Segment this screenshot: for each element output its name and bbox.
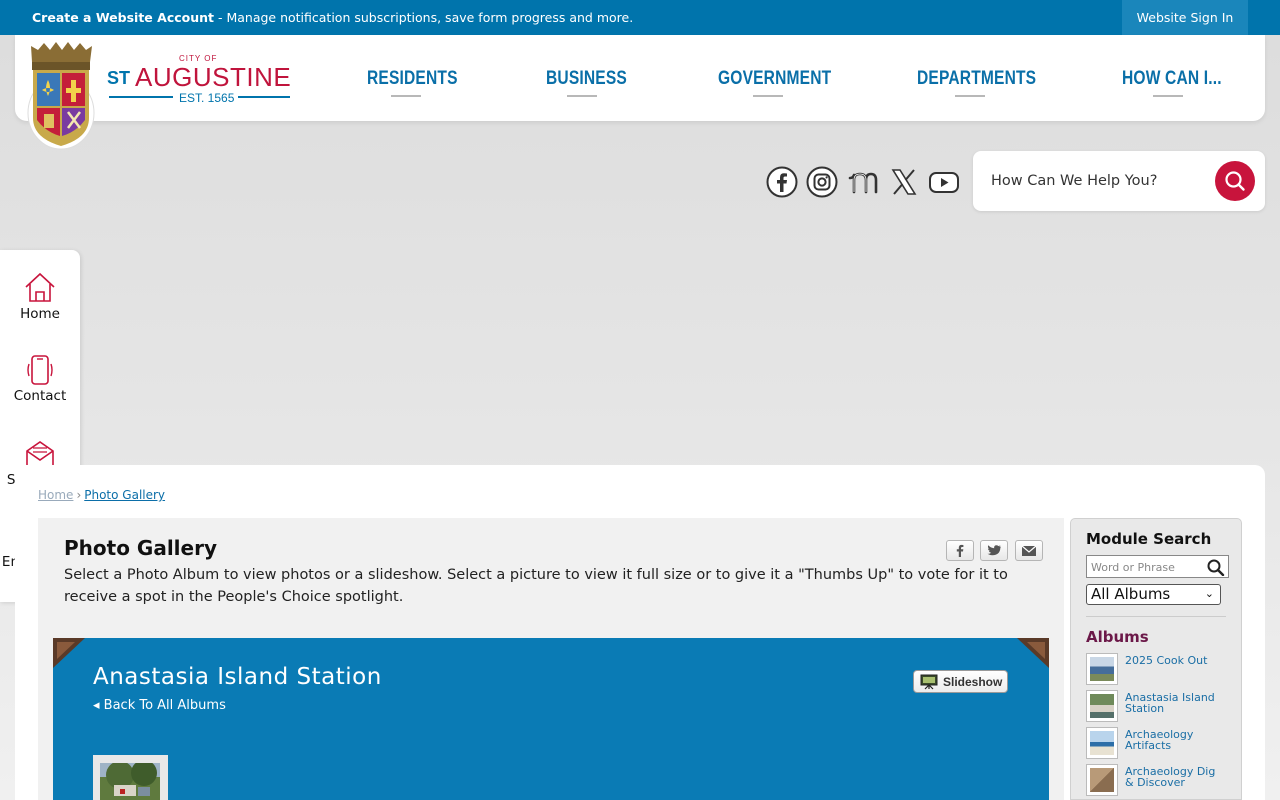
share-twitter-button[interactable] xyxy=(980,540,1008,561)
nav-how-can-i-label: HOW CAN I... xyxy=(1122,68,1222,89)
album-thumbnail[interactable] xyxy=(1086,727,1118,759)
back-to-all-albums-link[interactable]: ◂ Back To All Albums xyxy=(93,698,226,713)
album-link[interactable]: Archaeology Dig & Discover xyxy=(1125,766,1225,788)
album-link[interactable]: 2025 Cook Out xyxy=(1125,655,1225,666)
create-account-link[interactable]: Create a Website Account xyxy=(32,10,214,25)
module-search-heading: Module Search xyxy=(1086,530,1212,548)
nav-how-can-i[interactable]: HOW CAN I... xyxy=(1122,68,1244,97)
facebook-share-icon xyxy=(956,544,964,557)
search-button[interactable] xyxy=(1215,161,1255,201)
quick-link-home-label: Home xyxy=(20,306,60,322)
nav-business-label: BUSINESS xyxy=(546,68,627,89)
city-seal-logo[interactable] xyxy=(26,40,96,150)
nav-residents-label: RESIDENTS xyxy=(367,68,458,89)
city-logo[interactable]: CITY OF ST AUGUSTINE EST. 1565 xyxy=(107,54,297,110)
sidebar-divider xyxy=(1086,616,1226,617)
album-thumbnail[interactable] xyxy=(1086,764,1118,796)
nav-government-label: GOVERNMENT xyxy=(718,68,832,89)
logo-rule-left xyxy=(109,96,173,98)
album-panel xyxy=(53,638,1049,800)
site-search xyxy=(973,151,1265,211)
phone-icon xyxy=(27,355,53,385)
home-icon xyxy=(25,272,55,302)
album-thumbnail[interactable] xyxy=(1086,690,1118,722)
module-search-input[interactable] xyxy=(1091,559,1203,575)
nav-departments-label: DEPARTMENTS xyxy=(917,68,1037,89)
module-search-icon[interactable] xyxy=(1206,558,1226,576)
instagram-icon[interactable] xyxy=(806,166,838,198)
breadcrumb-separator: › xyxy=(76,488,82,502)
email-share-icon xyxy=(1021,545,1037,556)
nav-underline xyxy=(1153,95,1183,97)
album-corner-left xyxy=(53,638,85,668)
chevron-down-icon: ⌄ xyxy=(1204,587,1214,600)
create-account-message[interactable]: Create a Website Account - Manage notifi… xyxy=(32,10,633,25)
quick-link-home[interactable]: Home xyxy=(0,270,80,324)
logo-st: ST xyxy=(107,68,131,88)
module-search-field xyxy=(1086,555,1229,578)
album-link[interactable]: Archaeology Artifacts xyxy=(1125,729,1225,751)
album-filter-select[interactable]: All Albums ⌄ xyxy=(1086,584,1221,605)
photo-thumbnail[interactable] xyxy=(93,755,168,800)
page-description: Select a Photo Album to view photos or a… xyxy=(64,567,1008,605)
nav-underline xyxy=(391,95,421,97)
slideshow-icon xyxy=(920,674,938,690)
nav-underline xyxy=(955,95,985,97)
quick-link-contact[interactable]: Contact xyxy=(0,354,80,406)
albums-heading: Albums xyxy=(1086,628,1149,646)
logo-est: EST. 1565 xyxy=(175,91,239,105)
album-link[interactable]: Anastasia Island Station xyxy=(1125,692,1225,714)
album-filter-value: All Albums xyxy=(1091,585,1171,603)
album-corner-right xyxy=(1017,638,1049,668)
top-bar: Create a Website Account - Manage notifi… xyxy=(0,0,1280,35)
website-sign-in-button[interactable]: Website Sign In xyxy=(1122,0,1248,35)
page-title: Photo Gallery xyxy=(64,536,217,560)
breadcrumb-home[interactable]: Home xyxy=(38,488,73,502)
nav-government[interactable]: GOVERNMENT xyxy=(718,68,856,97)
twitter-share-icon xyxy=(987,545,1001,556)
nav-underline xyxy=(753,95,783,97)
slideshow-button[interactable]: Slideshow xyxy=(913,670,1008,693)
nextdoor-icon[interactable] xyxy=(847,166,879,198)
nav-business[interactable]: BUSINESS xyxy=(546,68,645,97)
breadcrumb-photo-gallery[interactable]: Photo Gallery xyxy=(84,488,165,502)
logo-name: AUGUSTINE xyxy=(135,62,292,92)
create-account-description: - Manage notification subscriptions, sav… xyxy=(214,10,634,25)
youtube-icon[interactable] xyxy=(928,166,960,198)
logo-rule-right xyxy=(237,96,290,98)
quick-link-contact-label: Contact xyxy=(13,388,67,404)
slideshow-label: Slideshow xyxy=(943,675,1003,689)
photo-thumbnail-image xyxy=(100,763,160,800)
breadcrumb: Home › Photo Gallery xyxy=(38,488,165,502)
album-thumbnail[interactable] xyxy=(1086,653,1118,685)
share-facebook-button[interactable] xyxy=(946,540,974,561)
nav-departments[interactable]: DEPARTMENTS xyxy=(917,68,1062,97)
x-icon[interactable] xyxy=(888,166,920,198)
album-title: Anastasia Island Station xyxy=(93,664,382,690)
share-email-button[interactable] xyxy=(1015,540,1043,561)
search-icon xyxy=(1225,171,1245,191)
site-search-input[interactable] xyxy=(991,169,1211,193)
nav-residents[interactable]: RESIDENTS xyxy=(367,68,478,97)
facebook-icon[interactable] xyxy=(766,166,798,198)
nav-underline xyxy=(567,95,597,97)
